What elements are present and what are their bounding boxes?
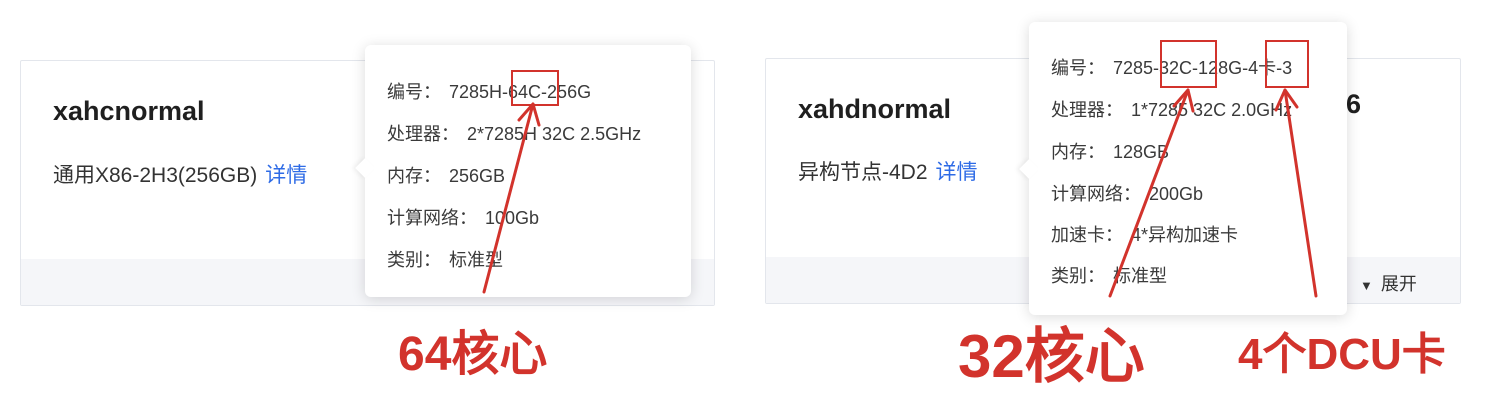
annotation-4-dcu-cards: 4个DCU卡 xyxy=(1238,330,1446,379)
node-spec: 通用X86-2H3(256GB) 详情 xyxy=(53,159,307,189)
popover-row-category: 类别： 标准型 xyxy=(387,250,503,270)
partial-value: 6 xyxy=(1346,89,1362,119)
popover-row-network: 计算网络： 200Gb xyxy=(1051,184,1204,204)
popover-row-network: 计算网络： 100Gb xyxy=(387,208,540,228)
node-title: xahcnormal xyxy=(53,96,205,126)
annotation-64-cores: 64核心 xyxy=(398,328,548,381)
caret-down-icon: ▼ xyxy=(1360,278,1373,293)
node-spec: 异构节点-4D2 详情 xyxy=(798,156,978,186)
node-spec-text: 异构节点-4D2 xyxy=(798,161,928,184)
detail-link[interactable]: 详情 xyxy=(936,161,978,184)
node-title: xahdnormal xyxy=(798,94,952,124)
highlight-box-32c xyxy=(1160,40,1217,88)
popover-row-id: 编号： 7285H-64C-256G xyxy=(387,82,592,102)
popover-row-memory: 内存： 256GB xyxy=(387,166,506,186)
popover-row-cpu: 处理器： 1*7285 32C 2.0GHz xyxy=(1051,100,1293,120)
highlight-box-4card xyxy=(1265,40,1309,88)
popover-row-category: 类别： 标准型 xyxy=(1051,266,1167,286)
highlight-box-64c xyxy=(511,70,559,106)
expand-label: 展开 xyxy=(1380,274,1417,294)
popover-row-cpu: 处理器： 2*7285H 32C 2.5GHz xyxy=(387,124,642,144)
detail-link[interactable]: 详情 xyxy=(265,164,307,187)
popover-row-memory: 内存： 128GB xyxy=(1051,142,1170,162)
annotation-32-cores: 32核心 xyxy=(958,323,1145,390)
popover-row-accelerator: 加速卡： 4*异构加速卡 xyxy=(1051,225,1239,245)
expand-toggle[interactable]: ▼ 展开 xyxy=(1360,270,1417,296)
node-spec-text: 通用X86-2H3(256GB) xyxy=(53,164,258,187)
